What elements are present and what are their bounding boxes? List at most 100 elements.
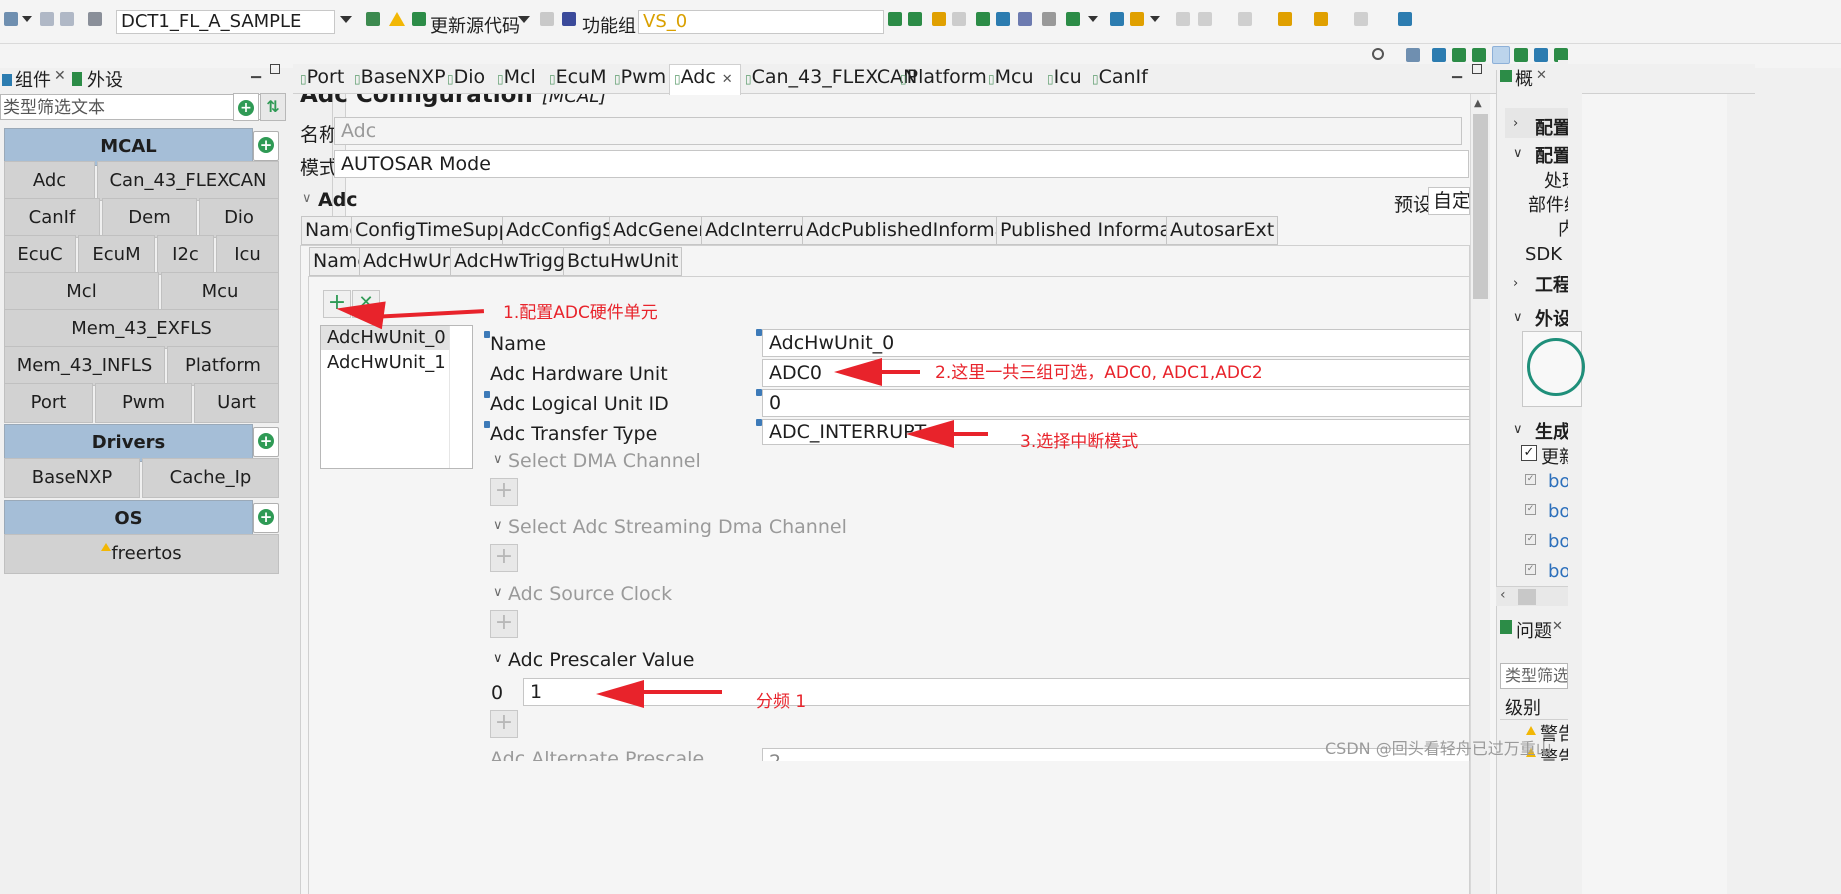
minimize-icon[interactable]: ▁ (1452, 64, 1462, 79)
flag-icon[interactable] (888, 12, 902, 26)
file-checkbox-2[interactable]: ✓ (1525, 534, 1536, 545)
component-canif[interactable]: CanIf (4, 198, 100, 238)
overview-item-9[interactable]: 更新 (1541, 443, 1568, 469)
tab-peripherals[interactable]: 外设 (87, 66, 123, 92)
editor-scrollbar[interactable]: ▲ (1470, 94, 1490, 894)
run-icon[interactable] (1066, 12, 1080, 26)
new-file-icon[interactable] (4, 12, 18, 26)
tab-overview[interactable]: 概 (1515, 65, 1533, 91)
home-icon[interactable] (366, 12, 380, 26)
add-dma-channel-button[interactable]: + (490, 478, 518, 506)
tab-dio[interactable]: ▯Dio (447, 66, 485, 88)
overview-item-10[interactable]: bo (1548, 471, 1568, 492)
field-name-input[interactable]: AdcHwUnit_0 (762, 329, 1470, 357)
scroll-left-icon[interactable]: ‹ (1500, 587, 1506, 603)
tab-icu[interactable]: ▯Icu (1047, 66, 1082, 88)
maximize-icon[interactable] (270, 64, 280, 74)
import-icon[interactable] (976, 12, 990, 26)
name-field[interactable]: Adc (334, 117, 1462, 145)
component-freertos[interactable]: freertos (4, 534, 279, 574)
update-code-icon[interactable] (412, 12, 426, 26)
peripheral-thumbnail[interactable] (1522, 331, 1585, 407)
file-checkbox-3[interactable]: ✓ (1525, 564, 1536, 575)
pen-icon[interactable] (1176, 12, 1190, 26)
tab-ecum[interactable]: ▯EcuM (549, 66, 607, 88)
component-dio[interactable]: Dio (199, 198, 279, 238)
chevron-down-icon[interactable]: ∨ (493, 585, 503, 600)
add-os-button[interactable] (253, 503, 279, 533)
component-ecuc[interactable]: EcuC (4, 235, 76, 275)
component-filter-input[interactable]: 类型筛选文本 (0, 94, 267, 120)
overview-item-13[interactable]: bo (1548, 561, 1568, 582)
tab-adc[interactable]: ▯Adc ✕ (674, 66, 733, 88)
doc-icon[interactable] (540, 12, 554, 26)
close-icon[interactable]: ✕ (1552, 619, 1563, 634)
more-tabs-icon[interactable] (1558, 60, 1568, 86)
overview-item-0[interactable]: 配置 (1535, 114, 1568, 140)
chevron-down-icon[interactable] (518, 16, 530, 23)
chevron-down-icon[interactable]: ∨ (493, 452, 503, 467)
chevron-right-icon[interactable]: › (1513, 276, 1518, 291)
overview-item-6[interactable]: 工程 (1535, 271, 1568, 297)
last-edit-icon[interactable] (1278, 12, 1292, 26)
component-mem-43-exfls[interactable]: Mem_43_EXFLS (4, 309, 279, 349)
add-prescaler-button[interactable]: + (490, 710, 518, 738)
chevron-down-icon[interactable]: ∨ (1513, 310, 1523, 325)
tab-pwm[interactable]: ▯Pwm (614, 66, 666, 88)
component-platform[interactable]: Platform (167, 346, 279, 386)
sort-icon[interactable] (996, 12, 1010, 26)
chevron-down-icon[interactable]: ∨ (493, 651, 503, 666)
file-checkbox-1[interactable]: ✓ (1525, 504, 1536, 515)
add-component-button[interactable]: + (233, 93, 259, 121)
hw-unit-item-0[interactable]: AdcHwUnit_0 (321, 326, 449, 350)
component-uart[interactable]: Uart (194, 383, 279, 423)
component-cache-ip[interactable]: Cache_Ip (142, 458, 279, 498)
monitor-icon[interactable] (1018, 12, 1032, 26)
tee-perspective-icon[interactable] (1534, 48, 1548, 62)
component-adc[interactable]: Adc (4, 161, 95, 201)
component-ecum[interactable]: EcuM (78, 235, 155, 275)
scroll-thumb[interactable] (1473, 114, 1488, 299)
add-source-clock-button[interactable]: + (490, 610, 518, 638)
component-icu[interactable]: Icu (216, 235, 279, 275)
prev-annotation-icon[interactable] (1238, 12, 1252, 26)
clock-perspective-icon[interactable] (1514, 48, 1528, 62)
add-mcal-button[interactable] (253, 131, 279, 161)
overview-item-7[interactable]: 外设 (1535, 305, 1568, 331)
component-pwm[interactable]: Pwm (95, 383, 192, 423)
undo-icon[interactable] (932, 12, 946, 26)
file-checkbox-0[interactable]: ✓ (1525, 474, 1536, 485)
tab-port[interactable]: ▯Port (300, 66, 344, 88)
preset-select[interactable]: 自定义 (1428, 187, 1470, 215)
field-logical-id-input[interactable]: 0 (762, 389, 1470, 417)
overview-item-8[interactable]: 生成 (1535, 418, 1568, 444)
group-header-os[interactable]: OS (4, 500, 253, 538)
project-select[interactable]: DCT1_FL_A_SAMPLE (116, 10, 335, 34)
config-perspective-icon[interactable] (1432, 48, 1446, 62)
component-can-43-flexcan[interactable]: Can_43_FLEXCAN (97, 161, 279, 201)
peripheral-perspective-icon[interactable] (1492, 46, 1510, 64)
update-checkbox[interactable]: ✓ (1521, 445, 1537, 461)
tool-icon[interactable] (1042, 12, 1056, 26)
component-i2c[interactable]: I2c (157, 235, 214, 275)
tab-mcl[interactable]: ▯Mcl (497, 66, 536, 88)
back-icon[interactable] (1314, 12, 1328, 26)
hscroll-thumb[interactable] (1518, 589, 1536, 605)
overview-item-12[interactable]: bo (1548, 531, 1568, 552)
component-port[interactable]: Port (4, 383, 93, 423)
next-annotation-icon[interactable] (1198, 12, 1212, 26)
chevron-down-icon[interactable] (22, 16, 32, 22)
tab-can-43-flexcan[interactable]: ▯Can_43_FLEXCAN (745, 66, 917, 88)
component-mcu[interactable]: Mcu (161, 272, 279, 312)
mode-select[interactable]: AUTOSAR Mode (334, 150, 1469, 178)
close-icon[interactable]: ✕ (54, 68, 66, 84)
sort-components-button[interactable]: ⇅ (260, 93, 286, 121)
tab-canif[interactable]: ▯CanIf (1092, 66, 1148, 88)
add-stream-dma-button[interactable]: + (490, 544, 518, 572)
subtab-autosarext[interactable]: AutosarExt (1166, 216, 1279, 245)
function-group-select[interactable]: VS_0 (638, 10, 884, 34)
console-icon[interactable] (908, 12, 922, 26)
component-mem-43-infls[interactable]: Mem_43_INFLS (4, 346, 165, 386)
chevron-down-icon[interactable] (340, 16, 352, 23)
level-column-header[interactable]: 级别 (1505, 694, 1541, 720)
